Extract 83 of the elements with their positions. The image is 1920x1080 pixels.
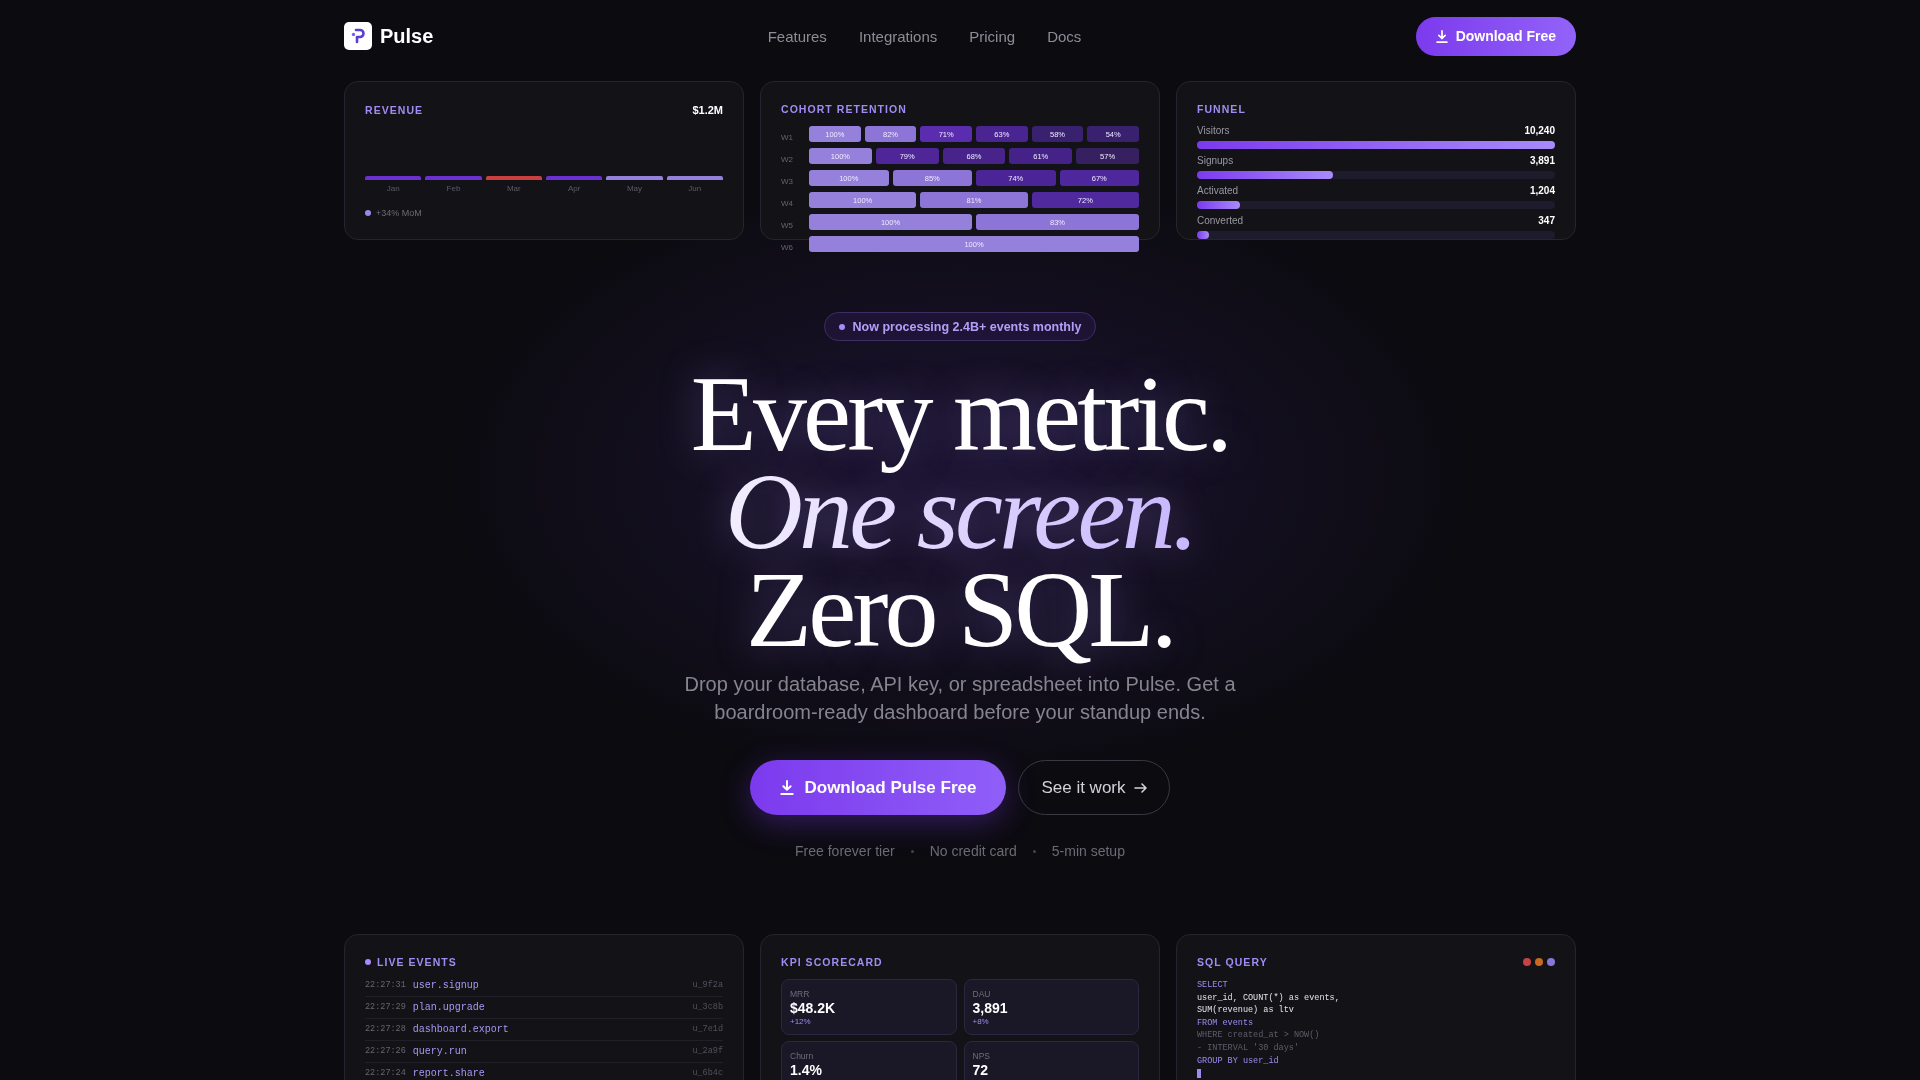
- trend-label: +34% MoM: [376, 208, 422, 218]
- trend-dot-icon: [365, 210, 371, 216]
- nav-link[interactable]: Features: [767, 27, 827, 45]
- card-title: REVENUE: [365, 103, 424, 117]
- perk-label: Free forever tier: [795, 842, 895, 861]
- kpi-value: 3,891: [972, 1000, 1008, 1017]
- perk-label: 5-min setup: [1051, 842, 1125, 861]
- kpi-value: 72: [972, 1062, 989, 1079]
- code-line: FROM events: [1197, 1016, 1254, 1030]
- code-line: GROUP BY user_id: [1197, 1054, 1279, 1068]
- kpi-value: 1.4%: [790, 1062, 822, 1079]
- week-label: W1: [781, 133, 793, 142]
- perk-label: No credit card: [929, 842, 1017, 861]
- code-line: - INTERVAL '30 days': [1197, 1041, 1300, 1055]
- revenue-total: $1.2M: [692, 104, 723, 116]
- month-label: Jun: [688, 184, 702, 194]
- month-label: Feb: [446, 184, 461, 194]
- arrow-right-icon: [1133, 782, 1147, 793]
- user-id: u_3c8b: [692, 1002, 723, 1013]
- user-id: u_6b4c: [692, 1068, 723, 1079]
- code-line: SUM(revenue) as ltv: [1197, 1004, 1294, 1017]
- badge-text: Now processing 2.4B+ events monthly: [852, 319, 1082, 334]
- kpi-label: MRR: [790, 989, 810, 1000]
- event-time: 22:27:24: [365, 1068, 406, 1079]
- download-button[interactable]: Download Free: [1415, 16, 1576, 56]
- nav-link[interactable]: Pricing: [969, 27, 1016, 45]
- kpi-label: NPS: [972, 1051, 990, 1062]
- month-label: May: [626, 184, 643, 194]
- hero-subtitle: Drop your database, API key, or spreadsheet into Pulse. Get a boardroom-ready dashboard before your standup ends.: [683, 672, 1237, 725]
- status-dot-icon: [838, 323, 845, 330]
- month-label: Mar: [506, 184, 521, 194]
- separator-dot-icon: [1032, 849, 1036, 853]
- month-label: Jan: [386, 184, 400, 194]
- step-label: Activated: [1197, 184, 1239, 198]
- step-value: 1,204: [1529, 184, 1555, 198]
- event-time: 22:27:28: [365, 1024, 406, 1035]
- event-time: 22:27:29: [365, 1002, 406, 1013]
- event-name: plan.upgrade: [412, 1001, 485, 1014]
- event-name: user.signup: [412, 979, 479, 992]
- download-button[interactable]: Download Pulse Free: [750, 760, 1007, 815]
- card-title: LIVE EVENTS: [377, 955, 457, 969]
- step-label: Converted: [1197, 214, 1244, 228]
- event-name: report.share: [412, 1067, 485, 1080]
- kpi-delta: +8%: [972, 1017, 989, 1027]
- week-label: W2: [781, 155, 793, 164]
- live-dot-icon: [365, 959, 371, 965]
- user-id: u_2a9f: [692, 1046, 723, 1057]
- week-label: W6: [781, 243, 793, 252]
- kpi-label: Churn: [790, 1051, 814, 1062]
- code-line: user_id, COUNT(*) as events,: [1197, 991, 1340, 1005]
- step-value: 10,240: [1524, 124, 1555, 138]
- headline-line: Every metric.: [690, 376, 1230, 474]
- week-label: W5: [781, 221, 793, 230]
- kpi-value: $48.2K: [790, 1000, 836, 1017]
- card-title: COHORT RETENTION: [781, 102, 907, 116]
- code-line: WHERE created_at > NOW(): [1197, 1029, 1320, 1042]
- step-label: Signups: [1197, 154, 1234, 168]
- code-line: SELECT: [1197, 979, 1228, 992]
- week-label: W3: [781, 177, 793, 186]
- separator-dot-icon: [910, 849, 914, 853]
- card-title: FUNNEL: [1197, 102, 1246, 116]
- kpi-delta: +12%: [790, 1017, 811, 1027]
- step-value: 347: [1538, 214, 1555, 228]
- event-time: 22:27:31: [365, 980, 406, 991]
- step-label: Visitors: [1197, 124, 1230, 138]
- card-title: KPI SCORECARD: [781, 955, 883, 969]
- user-id: u_9f2a: [692, 980, 723, 991]
- week-label: W4: [781, 199, 793, 208]
- card-title: SQL QUERY: [1197, 955, 1268, 969]
- brand-name: Pulse: [380, 24, 434, 48]
- kpi-label: DAU: [972, 989, 991, 1000]
- month-label: Apr: [567, 184, 581, 194]
- nav-link[interactable]: Integrations: [858, 27, 938, 45]
- nav-link[interactable]: Docs: [1047, 27, 1082, 45]
- step-value: 3,891: [1529, 154, 1555, 168]
- event-name: query.run: [412, 1045, 467, 1058]
- logo-icon: [344, 22, 372, 50]
- headline-line: Zero SQL.: [746, 572, 1174, 670]
- user-id: u_7e1d: [692, 1024, 723, 1035]
- download-icon: [1435, 29, 1448, 43]
- event-time: 22:27:26: [365, 1046, 406, 1057]
- download-icon: [780, 780, 795, 795]
- event-name: dashboard.export: [412, 1023, 509, 1036]
